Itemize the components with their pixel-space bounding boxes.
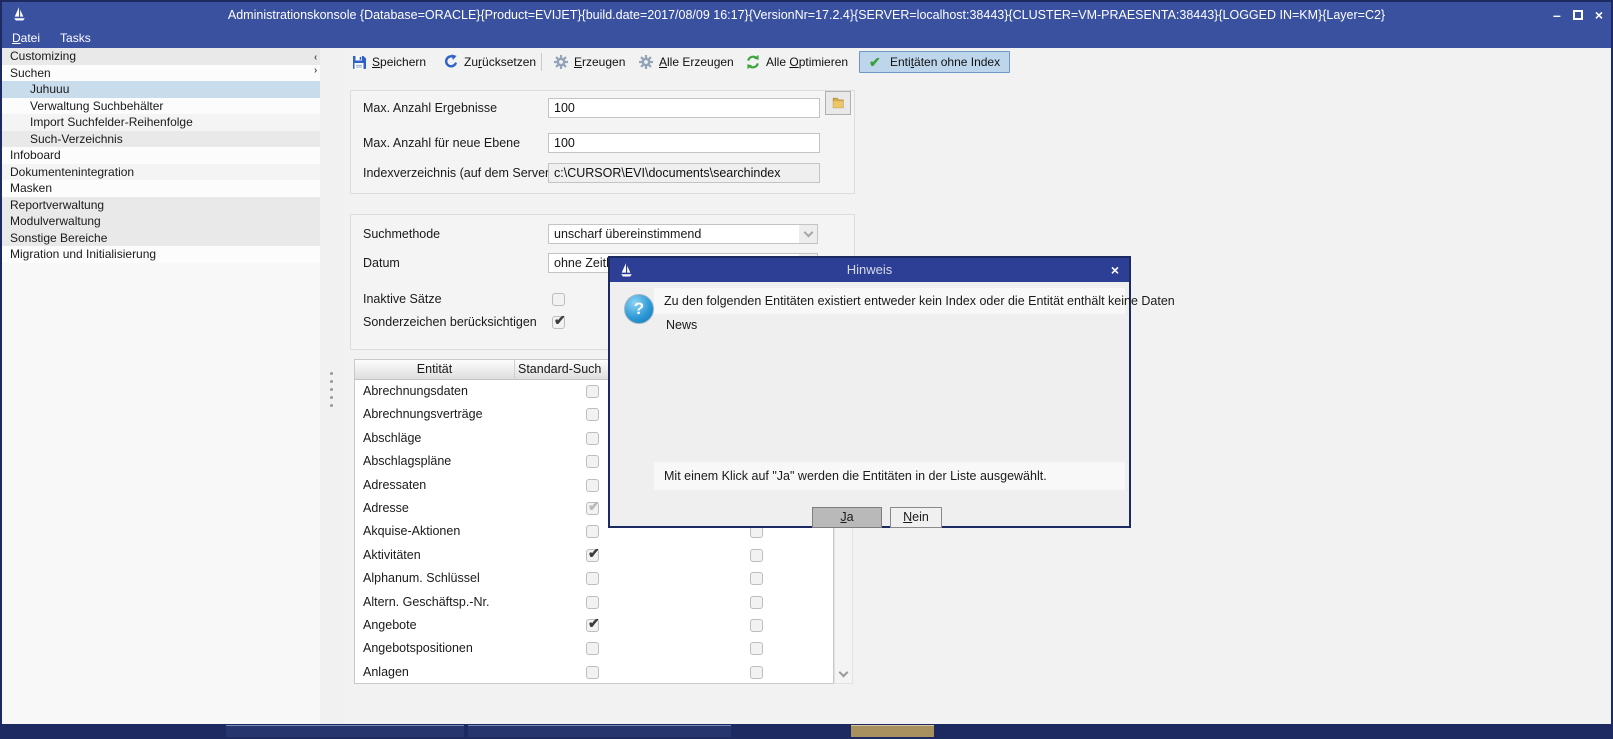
taskbar-strip xyxy=(2,724,1611,737)
limits-group: Max. Anzahl Ergebnisse Max. Anzahl für n… xyxy=(350,90,855,194)
std-suche-checkbox[interactable] xyxy=(586,385,599,398)
col3-checkbox[interactable] xyxy=(750,572,763,585)
sonderzeichen-checkbox[interactable] xyxy=(552,316,565,329)
collapse-left-icon[interactable]: ‹ xyxy=(314,53,317,63)
menu-tasks[interactable]: Tasks xyxy=(60,31,91,45)
sonderzeichen-label: Sonderzeichen berücksichtigen xyxy=(363,312,537,332)
optimize-icon xyxy=(745,54,761,70)
minimize-button[interactable]: – xyxy=(1553,8,1561,22)
dialog-hint: Mit einem Klick auf "Ja" werden die Enti… xyxy=(664,462,1047,490)
std-suche-checkbox[interactable] xyxy=(586,408,599,421)
sidebar-item-juhuuu[interactable]: Juhuuu xyxy=(2,81,320,98)
check-icon: ✔ xyxy=(869,54,885,70)
zuruecksetzen-button[interactable]: Zurücksetzen xyxy=(443,51,536,73)
browse-folder-button[interactable] xyxy=(825,91,851,115)
scroll-down-button[interactable] xyxy=(835,666,852,683)
sidebar-item-suchen[interactable]: Suchen xyxy=(2,65,320,82)
inaktive-saetze-label: Inaktive Sätze xyxy=(363,289,442,309)
reset-icon xyxy=(443,54,459,70)
dialog-entity-list: News xyxy=(666,316,697,334)
std-suche-checkbox[interactable] xyxy=(586,502,599,515)
std-suche-checkbox[interactable] xyxy=(586,549,599,562)
speichern-button[interactable]: Speichern xyxy=(351,51,426,73)
suchmethode-select[interactable]: unscharf übereinstimmend xyxy=(548,224,818,244)
max-ergebnisse-input[interactable] xyxy=(548,98,820,118)
table-row[interactable]: Altern. Geschäftsp.-Nr. xyxy=(355,591,833,614)
std-suche-checkbox[interactable] xyxy=(586,455,599,468)
std-suche-checkbox[interactable] xyxy=(586,479,599,492)
collapse-right-icon[interactable]: › xyxy=(314,66,317,76)
sidebar-item-customizing[interactable]: Customizing xyxy=(2,48,320,65)
std-suche-checkbox[interactable] xyxy=(586,596,599,609)
indexverzeichnis-label: Indexverzeichnis (auf dem Server) xyxy=(363,163,553,183)
entitaeten-ohne-index-button[interactable]: ✔ Entitäten ohne Index xyxy=(859,51,1010,73)
sidebar-item-masken[interactable]: Masken xyxy=(2,180,320,197)
sidebar-item-sonstige-bereiche[interactable]: Sonstige Bereiche xyxy=(2,230,320,247)
sidebar-item-import-suchfelder[interactable]: Import Suchfelder-Reihenfolge xyxy=(2,114,320,131)
table-row[interactable]: Angebote xyxy=(355,614,833,637)
col3-checkbox[interactable] xyxy=(750,642,763,655)
save-icon xyxy=(351,54,367,70)
dialog-title-bar: Hinweis × xyxy=(610,258,1129,282)
std-suche-checkbox[interactable] xyxy=(586,572,599,585)
alle-erzeugen-button[interactable]: Alle Erzeugen xyxy=(638,51,734,73)
sidebar-item-verwaltung-suchbehaelter[interactable]: Verwaltung Suchbehälter xyxy=(2,98,320,115)
sidebar-item-infoboard[interactable]: Infoboard xyxy=(2,147,320,164)
indexverzeichnis-input[interactable] xyxy=(548,163,820,183)
maximize-button[interactable] xyxy=(1573,10,1583,20)
std-suche-checkbox[interactable] xyxy=(586,642,599,655)
dialog-close-button[interactable]: × xyxy=(1111,258,1119,282)
table-row[interactable]: Anlagen xyxy=(355,661,833,684)
menu-bar: Datei Tasks xyxy=(2,28,1611,48)
column-header-entitaet[interactable]: Entität xyxy=(355,360,515,380)
suchmethode-label: Suchmethode xyxy=(363,224,440,244)
splitter-grip xyxy=(330,372,333,407)
toolbar-separator xyxy=(541,53,542,71)
close-button[interactable]: × xyxy=(1595,8,1603,22)
gear-icon xyxy=(638,54,654,70)
max-ergebnisse-label: Max. Anzahl Ergebnisse xyxy=(363,98,497,118)
sidebar-item-such-verzeichnis[interactable]: Such-Verzeichnis xyxy=(2,131,320,148)
std-suche-checkbox[interactable] xyxy=(586,432,599,445)
navigation-sidebar: Customizing Suchen Juhuuu Verwaltung Suc… xyxy=(2,48,320,726)
question-icon: ? xyxy=(624,294,654,324)
sidebar-item-modulverwaltung[interactable]: Modulverwaltung xyxy=(2,213,320,230)
col3-checkbox[interactable] xyxy=(750,666,763,679)
alle-optimieren-button[interactable]: Alle Optimieren xyxy=(745,51,848,73)
nein-button[interactable]: Nein xyxy=(890,507,942,528)
title-bar: Administrationskonsole {Database=ORACLE}… xyxy=(2,2,1611,28)
gear-icon xyxy=(553,54,569,70)
erzeugen-button[interactable]: Erzeugen xyxy=(553,51,625,73)
folder-icon xyxy=(831,96,845,110)
col3-checkbox[interactable] xyxy=(750,619,763,632)
application-window: Administrationskonsole {Database=ORACLE}… xyxy=(0,0,1613,739)
max-neue-ebene-label: Max. Anzahl für neue Ebene xyxy=(363,133,520,153)
table-row[interactable]: Angebotspositionen xyxy=(355,637,833,660)
chevron-down-icon xyxy=(799,225,817,243)
max-neue-ebene-input[interactable] xyxy=(548,133,820,153)
window-title: Administrationskonsole {Database=ORACLE}… xyxy=(2,2,1611,28)
table-row[interactable]: Aktivitäten xyxy=(355,544,833,567)
hinweis-dialog: Hinweis × ? Zu den folgenden Entitäten e… xyxy=(608,256,1131,528)
datum-label: Datum xyxy=(363,253,400,273)
ja-button[interactable]: Ja xyxy=(812,507,882,528)
col3-checkbox[interactable] xyxy=(750,596,763,609)
column-header-standard-suche[interactable]: Standard-Such xyxy=(518,360,601,380)
inaktive-saetze-checkbox[interactable] xyxy=(552,293,565,306)
table-row[interactable]: Alphanum. Schlüssel xyxy=(355,567,833,590)
sidebar-item-dokumentenintegration[interactable]: Dokumentenintegration xyxy=(2,164,320,181)
col3-checkbox[interactable] xyxy=(750,549,763,562)
sidebar-item-migration[interactable]: Migration und Initialisierung xyxy=(2,246,320,263)
std-suche-checkbox[interactable] xyxy=(586,666,599,679)
std-suche-checkbox[interactable] xyxy=(586,525,599,538)
menu-datei[interactable]: Datei xyxy=(12,31,40,45)
sidebar-item-reportverwaltung[interactable]: Reportverwaltung xyxy=(2,197,320,214)
std-suche-checkbox[interactable] xyxy=(586,619,599,632)
sidebar-splitter[interactable]: ‹ › xyxy=(320,48,343,726)
dialog-title: Hinweis xyxy=(610,258,1129,282)
dialog-message: Zu den folgenden Entitäten existiert ent… xyxy=(664,288,1175,314)
